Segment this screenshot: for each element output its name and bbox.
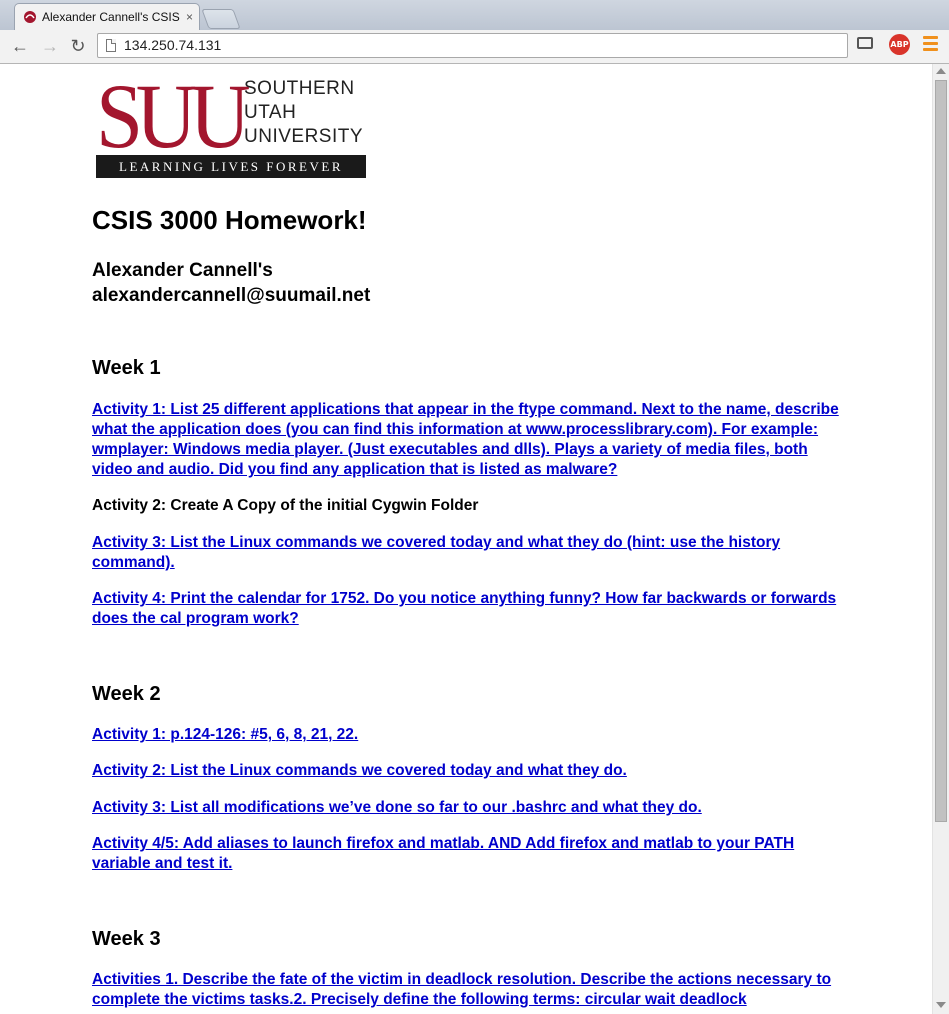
logo-line-1: SOUTHERN	[244, 78, 355, 99]
tab-title: Alexander Cannell's CSIS 3	[42, 10, 182, 24]
cast-icon[interactable]	[857, 37, 873, 49]
activity-link-text[interactable]: Activity 3: List the Linux commands we c…	[92, 534, 780, 571]
activity-link-text[interactable]: Activity 4/5: Add aliases to launch fire…	[92, 835, 794, 872]
week-heading: Week 3	[92, 928, 161, 950]
scroll-up-arrow-icon[interactable]	[936, 68, 946, 74]
author-email: alexandercannell@suumail.net	[92, 285, 371, 306]
url-text: 134.250.74.131	[124, 37, 222, 53]
vertical-scrollbar[interactable]	[932, 64, 949, 1014]
logo-tagline: LEARNING LIVES FOREVER	[96, 155, 366, 178]
forward-icon[interactable]: →	[38, 34, 62, 58]
logo-mark: SUU	[96, 65, 251, 167]
close-tab-icon[interactable]: ×	[186, 10, 193, 24]
activity-link-text[interactable]: Activity 3: List all modifications we’ve…	[92, 799, 702, 816]
logo-line-3: UNIVERSITY	[244, 126, 364, 147]
suu-logo[interactable]: SUU SOUTHERN UTAH UNIVERSITY LEARNING LI…	[96, 65, 371, 181]
activity-link: Activity 1: List 25 different applicatio…	[92, 400, 852, 480]
activity-link: Activity 3: List all modifications we’ve…	[92, 798, 852, 818]
page-title: CSIS 3000 Homework!	[92, 205, 367, 235]
activity-link: Activity 4/5: Add aliases to launch fire…	[92, 834, 852, 874]
reload-icon[interactable]: ↻	[66, 34, 90, 58]
suu-favicon-icon	[24, 11, 36, 23]
author-block: Alexander Cannell's alexandercannell@suu…	[92, 258, 370, 308]
activity-link: Activity 1: p.124-126: #5, 6, 8, 21, 22.	[92, 725, 852, 745]
activity-link-text[interactable]: Activities 1. Describe the fate of the v…	[92, 971, 831, 1008]
activity-text: Activity 2: Create A Copy of the initial…	[92, 497, 479, 514]
activity-link-text[interactable]: Activity 4: Print the calendar for 1752.…	[92, 590, 836, 627]
activity-link: Activity 2: List the Linux commands we c…	[92, 761, 852, 781]
scroll-down-arrow-icon[interactable]	[936, 1002, 946, 1008]
address-bar[interactable]: 134.250.74.131	[97, 33, 848, 58]
browser-tab[interactable]: Alexander Cannell's CSIS 3 ×	[14, 3, 200, 30]
tab-strip: Alexander Cannell's CSIS 3 ×	[0, 0, 949, 30]
menu-icon[interactable]	[923, 36, 938, 52]
activity-link-text[interactable]: Activity 1: List 25 different applicatio…	[92, 401, 839, 478]
author-name: Alexander Cannell's	[92, 260, 273, 281]
logo-line-2: UTAH	[244, 102, 297, 123]
browser-toolbar: ← → ↻ 134.250.74.131 ABP	[0, 30, 949, 64]
page-icon	[106, 39, 116, 52]
week-heading: Week 1	[92, 357, 161, 379]
scroll-thumb[interactable]	[935, 80, 947, 822]
activity-link: Activity 3: List the Linux commands we c…	[92, 533, 852, 573]
activity-link: Activities 1. Describe the fate of the v…	[92, 970, 852, 1010]
activity-link-text[interactable]: Activity 2: List the Linux commands we c…	[92, 762, 627, 779]
adblock-plus-icon[interactable]: ABP	[889, 34, 910, 55]
week-heading: Week 2	[92, 683, 161, 705]
activity-link-text[interactable]: Activity 1: p.124-126: #5, 6, 8, 21, 22.	[92, 726, 358, 743]
new-tab-button[interactable]	[201, 9, 241, 29]
page-viewport: SUU SOUTHERN UTAH UNIVERSITY LEARNING LI…	[0, 64, 932, 1014]
back-icon[interactable]: ←	[8, 34, 32, 58]
activity-link: Activity 4: Print the calendar for 1752.…	[92, 589, 852, 629]
logo-wordmark: SOUTHERN UTAH UNIVERSITY	[244, 77, 363, 149]
